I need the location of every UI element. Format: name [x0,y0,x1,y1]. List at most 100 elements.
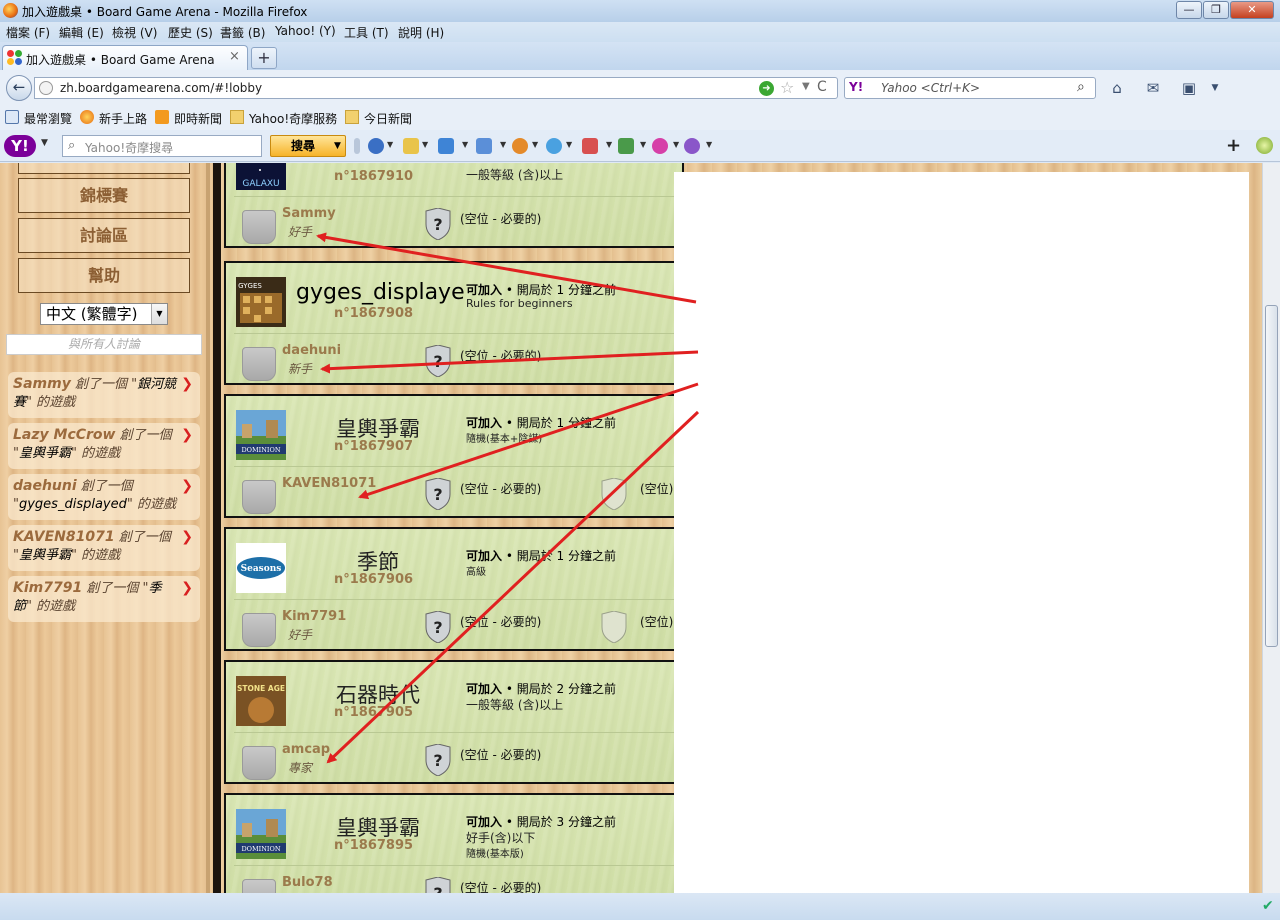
news-player-name[interactable]: KAVEN81071 [13,529,115,545]
game-thumbnail[interactable]: DOMINION [236,410,286,460]
chevron-down-icon[interactable]: ▼ [640,140,646,149]
news-game-name[interactable]: 皇輿爭霸 [19,548,71,563]
chat-input[interactable]: 與所有人討論 [6,334,202,355]
news-player-name[interactable]: Lazy McCrow [13,427,115,443]
empty-seat-shield-icon[interactable]: ? [424,877,452,893]
sidebar-button-hidden[interactable] [18,163,190,174]
site-identity-icon[interactable] [39,81,53,95]
table-id[interactable]: n°1867907 [334,439,413,454]
avatar[interactable] [242,480,276,514]
flickr-icon[interactable] [652,138,668,154]
chevron-down-icon[interactable]: ▼ [706,140,712,149]
table-id[interactable]: n°1867908 [334,306,413,321]
new-tab-button[interactable]: + [251,47,277,69]
player-name[interactable]: KAVEN81071 [282,476,376,491]
game-thumbnail[interactable]: DOMINION [236,809,286,859]
table-id[interactable]: n°1867905 [334,705,413,720]
calendar-icon[interactable] [582,138,598,154]
shopping-bag-icon[interactable] [403,138,419,154]
mail-icon[interactable] [476,138,492,154]
optional-seat-shield-icon[interactable] [600,611,628,643]
scrollbar-thumb[interactable] [1265,305,1278,647]
search-bar[interactable]: Y! Yahoo <Ctrl+K> ⌕ [844,77,1096,99]
chevron-down-icon[interactable]: ▼ [462,140,468,149]
game-table-card[interactable]: STONE AGE 石器時代 n°1867905 可加入 • 開局於 2 分鐘之… [224,660,684,784]
gear-icon[interactable] [1256,137,1273,154]
chevron-down-icon[interactable]: ▼ [422,140,428,149]
game-table-card[interactable]: GALAXU n°1867910 一般等級 (含)以上 Sammy 好手 ? (… [224,163,684,248]
game-table-card[interactable]: Seasons 季節 n°1867906 可加入 • 開局於 1 分鐘之前 高級… [224,527,684,651]
player-name[interactable]: Sammy [282,206,336,221]
social-icon[interactable] [684,138,700,154]
avatar[interactable] [242,879,276,893]
bookmark-most-visited[interactable]: 最常瀏覽 [24,110,72,127]
menu-history[interactable]: 歷史 (S) [168,24,213,41]
chevron-down-icon[interactable]: ▼ [334,136,341,156]
player-name[interactable]: amcap [282,742,330,757]
map-icon[interactable] [618,138,634,154]
chevron-right-icon[interactable]: ❯ [181,579,193,597]
table-id[interactable]: n°1867910 [334,169,413,184]
game-table-card[interactable]: DOMINION 皇輿爭霸 n°1867907 可加入 • 開局於 1 分鐘之前… [224,394,684,518]
close-window-button[interactable]: ✕ [1230,1,1274,19]
empty-seat-shield-icon[interactable]: ? [424,345,452,377]
chevron-right-icon[interactable]: ❯ [181,528,193,546]
page-scrollbar[interactable] [1262,163,1280,893]
player-name[interactable]: Bulo78 [282,875,333,890]
empty-seat-shield-icon[interactable]: ? [424,478,452,510]
table-id[interactable]: n°1867895 [334,838,413,853]
game-name[interactable]: gyges_displaye [296,280,465,305]
go-arrow-icon[interactable]: ➜ [759,81,774,96]
news-player-name[interactable]: Sammy [13,376,71,392]
news-game-name[interactable]: gyges_displayed [19,497,127,512]
empty-seat-shield-icon[interactable]: ? [424,744,452,776]
game-thumbnail[interactable]: GALAXU [236,163,286,190]
news-item[interactable]: KAVEN81071 創了一個 "皇輿爭霸" 的遊戲 ❯ [8,525,200,571]
bookmark-today-news[interactable]: 今日新聞 [364,110,412,127]
yahoo-search-button[interactable]: 搜尋 ▼ [270,135,346,157]
menu-yahoo[interactable]: Yahoo! (Y) [275,24,336,38]
menu-view[interactable]: 檢視 (V) [112,24,157,41]
chevron-down-icon[interactable]: ▼ [532,140,538,149]
answers-icon[interactable] [546,138,562,154]
yahoo-search-input[interactable]: ⌕ Yahoo!奇摩搜尋 [62,135,262,157]
game-thumbnail[interactable]: Seasons [236,543,286,593]
news-game-name[interactable]: 皇輿爭霸 [19,446,71,461]
chevron-right-icon[interactable]: ❯ [181,426,193,444]
news-item[interactable]: Sammy 創了一個 "銀河競賽" 的遊戲 ❯ [8,372,200,418]
mail-icon[interactable]: ✉ [1144,79,1162,97]
avatar[interactable] [242,210,276,244]
yahoo-logo[interactable]: Y! [4,135,36,157]
news-item[interactable]: Kim7791 創了一個 "季節" 的遊戲 ❯ [8,576,200,622]
news-item[interactable]: Lazy McCrow 創了一個 "皇輿爭霸" 的遊戲 ❯ [8,423,200,469]
player-name[interactable]: daehuni [282,343,341,358]
home-icon[interactable]: ⌂ [1108,79,1126,97]
sidebar-button-help[interactable]: 幫助 [18,258,190,293]
chevron-down-icon[interactable]: ▼ [151,304,167,324]
news-player-name[interactable]: Kim7791 [13,580,82,596]
url-bar[interactable]: zh.boardgamearena.com/#!lobby ➜ ☆ ▼ C [34,77,838,99]
sidebar-button-forum[interactable]: 討論區 [18,218,190,253]
url-history-dropdown-icon[interactable]: ▼ [802,81,810,92]
game-table-card[interactable]: DOMINION 皇輿爭霸 n°1867895 可加入 • 開局於 3 分鐘之前… [224,793,684,893]
language-select[interactable]: 中文 (繁體字) ▼ [40,303,168,325]
player-name[interactable]: Kim7791 [282,609,346,624]
yahoo-menu-dropdown-icon[interactable]: ▼ [41,138,48,148]
bookmark-getting-started[interactable]: 新手上路 [99,110,147,127]
minimize-button[interactable]: — [1176,1,1202,19]
menu-bookmarks[interactable]: 書籤 (B) [220,24,265,41]
chevron-down-icon[interactable]: ▼ [673,140,679,149]
menu-edit[interactable]: 編輯 (E) [59,24,104,41]
menu-tools[interactable]: 工具 (T) [344,24,389,41]
chevron-right-icon[interactable]: ❯ [181,477,193,495]
game-thumbnail[interactable]: GYGES [236,277,286,327]
chevron-down-icon[interactable]: ▼ [500,140,506,149]
sidebar-button-tournaments[interactable]: 錦標賽 [18,178,190,213]
tab-board-game-arena[interactable]: 加入遊戲桌 • Board Game Arena × [2,45,248,70]
avatar[interactable] [242,347,276,381]
bookmark-yahoo-services[interactable]: Yahoo!奇摩服務 [249,110,337,127]
menu-file[interactable]: 檔案 (F) [6,24,50,41]
chevron-down-icon[interactable]: ▼ [387,140,393,149]
chevron-down-icon[interactable]: ▼ [566,140,572,149]
game-table-card[interactable]: GYGES gyges_displaye n°1867908 可加入 • 開局於… [224,261,684,385]
